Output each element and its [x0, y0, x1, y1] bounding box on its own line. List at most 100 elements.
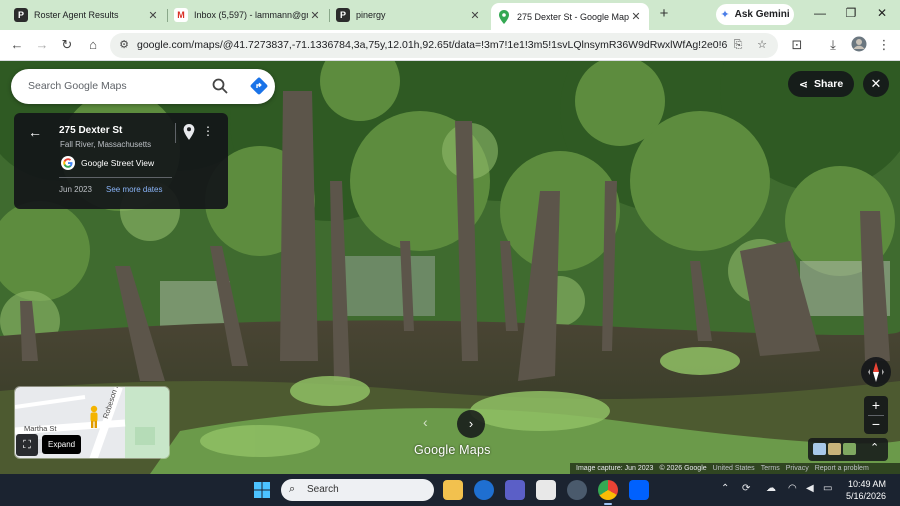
search-input[interactable]: Search Google Maps	[28, 80, 127, 92]
share-label: Share	[814, 78, 844, 90]
show-hidden-icons-chevron-icon[interactable]: ⌃	[721, 483, 729, 494]
install-app-icon[interactable]: ⎘	[730, 37, 746, 53]
place-info-card: ← 275 Dexter St Fall River, Massachusett…	[14, 113, 228, 209]
search-icon[interactable]	[211, 77, 229, 95]
chevron-up-icon[interactable]: ⌃	[870, 441, 879, 454]
close-window-icon[interactable]: ✕	[874, 6, 890, 20]
google-maps-pin-icon	[497, 9, 511, 24]
ask-gemini-label: Ask Gemini	[734, 9, 790, 20]
clock-time: 10:49 AM	[848, 479, 887, 489]
imagery-thumbnails[interactable]: ⌃	[808, 438, 888, 461]
terms-link[interactable]: Terms	[761, 465, 780, 472]
taskbar-search[interactable]: ⌕ Search	[281, 479, 434, 501]
see-more-dates-link[interactable]: See more dates	[106, 185, 162, 194]
system-clock[interactable]: 10:49 AM 5/16/2026	[846, 478, 886, 502]
clock-date: 5/16/2026	[846, 491, 887, 501]
pinergy-favicon-icon: P	[336, 8, 350, 22]
close-tab-icon[interactable]: ✕	[308, 9, 322, 22]
active-app-indicator	[604, 503, 612, 505]
sync-status-icon[interactable]: ⟳	[742, 483, 750, 494]
close-tab-icon[interactable]: ✕	[629, 10, 643, 23]
divider	[59, 177, 172, 178]
close-street-view-button[interactable]: ✕	[863, 71, 889, 97]
divider	[868, 415, 884, 416]
site-info-icon[interactable]: ⚙	[116, 37, 132, 53]
zoom-controls: + −	[864, 396, 888, 434]
home-icon[interactable]: ⌂	[84, 36, 102, 54]
tab-inbox[interactable]: M Inbox (5,597) - lammann@gm ✕	[168, 3, 328, 27]
share-button[interactable]: ⋖ Share	[788, 71, 854, 97]
place-address: 275 Dexter St	[59, 125, 123, 136]
report-problem-link[interactable]: Report a problem	[815, 465, 869, 472]
new-tab-button[interactable]: +	[655, 5, 673, 23]
copyright-text: © 2026 Google	[659, 465, 707, 472]
url-text[interactable]: google.com/maps/@41.7273837,-71.1336784,…	[137, 39, 727, 51]
profile-avatar[interactable]	[850, 36, 868, 54]
gemini-sparkle-icon: ✦	[720, 9, 730, 21]
wifi-icon[interactable]: ◠	[788, 483, 797, 494]
capture-date: Jun 2023	[59, 185, 92, 194]
zoom-in-button[interactable]: +	[864, 396, 888, 415]
close-tab-icon[interactable]: ✕	[468, 9, 482, 22]
map-layer-thumbnail[interactable]	[813, 443, 826, 455]
ask-gemini-button[interactable]: ✦ Ask Gemini	[716, 4, 794, 25]
lens-search-icon[interactable]: ⊡	[788, 36, 806, 54]
volume-icon[interactable]: ◀	[806, 483, 814, 494]
search-icon: ⌕	[289, 483, 296, 495]
reload-icon[interactable]: ↻	[58, 36, 76, 54]
expand-map-icon[interactable]: ⛶	[16, 434, 38, 456]
microsoft-store-icon[interactable]	[536, 480, 556, 500]
browser-toolbar: ← → ↻ ⌂ ⚙ google.com/maps/@41.7273837,-7…	[0, 30, 900, 61]
minimize-icon[interactable]: —	[812, 6, 828, 20]
outlook-icon[interactable]	[474, 480, 494, 500]
teams-icon[interactable]	[505, 480, 525, 500]
country-link[interactable]: United States	[713, 465, 755, 472]
back-arrow-icon[interactable]: ←	[8, 36, 26, 54]
close-tab-icon[interactable]: ✕	[146, 9, 160, 22]
privacy-link[interactable]: Privacy	[786, 465, 809, 472]
location-pin-icon[interactable]	[182, 124, 196, 140]
zoom-out-button[interactable]: −	[864, 415, 888, 434]
maps-search-box[interactable]: Search Google Maps	[11, 69, 275, 104]
windows-start-icon[interactable]	[254, 482, 270, 498]
tab-title: Roster Agent Results	[34, 10, 119, 20]
taskbar-search-label: Search	[307, 484, 339, 495]
map-layer-thumbnail[interactable]	[843, 443, 856, 455]
google-maps-logo: Google Maps	[414, 443, 491, 457]
navigate-forward-arrow-icon[interactable]: ›	[457, 410, 485, 438]
place-city: Fall River, Massachusetts	[60, 140, 152, 149]
onedrive-cloud-icon[interactable]: ☁	[766, 483, 776, 494]
tab-roster-agent-results[interactable]: P Roster Agent Results ✕	[8, 3, 166, 27]
tab-google-maps[interactable]: 275 Dexter St - Google Maps ✕	[491, 3, 649, 30]
restore-icon[interactable]: ❐	[843, 6, 859, 20]
file-explorer-icon[interactable]	[443, 480, 463, 500]
windows-taskbar: ⌕ Search ⌃ ⟳ ☁ ◠ ◀ ▭ 10:49 AM 5/16/2026	[0, 474, 900, 506]
browser-tab-strip: P Roster Agent Results ✕ M Inbox (5,597)…	[0, 0, 900, 30]
forward-arrow-icon[interactable]: →	[33, 36, 51, 54]
chrome-icon[interactable]	[598, 480, 618, 500]
compass-icon[interactable]	[861, 357, 891, 387]
download-icon[interactable]: ⤓	[824, 36, 842, 54]
directions-icon[interactable]	[249, 76, 269, 96]
tab-title: 275 Dexter St - Google Maps	[517, 11, 629, 22]
street-label: Martha St	[24, 424, 57, 433]
settings-gear-icon[interactable]	[567, 480, 587, 500]
more-options-icon[interactable]: ⋮	[202, 124, 214, 138]
tab-title: Inbox (5,597) - lammann@gm	[194, 10, 308, 20]
chrome-menu-icon[interactable]: ⋮	[875, 36, 893, 54]
address-bar[interactable]: ⚙ google.com/maps/@41.7273837,-71.133678…	[110, 33, 778, 58]
dropbox-icon[interactable]	[629, 480, 649, 500]
image-capture-text: Image capture: Jun 2023	[576, 465, 654, 472]
expand-tooltip: Expand	[42, 435, 82, 454]
tab-pinergy[interactable]: P pinergy ✕	[330, 3, 488, 27]
divider	[175, 123, 176, 143]
back-arrow-icon[interactable]: ←	[28, 124, 42, 140]
share-icon: ⋖	[798, 78, 809, 91]
map-layer-thumbnail[interactable]	[828, 443, 841, 455]
google-logo-icon	[61, 156, 75, 170]
gmail-icon: M	[174, 8, 188, 22]
bookmark-star-icon[interactable]: ☆	[754, 37, 770, 53]
pegman-icon[interactable]	[87, 405, 101, 429]
battery-icon[interactable]: ▭	[823, 483, 832, 494]
navigate-back-arrow-icon[interactable]: ‹	[423, 414, 428, 430]
